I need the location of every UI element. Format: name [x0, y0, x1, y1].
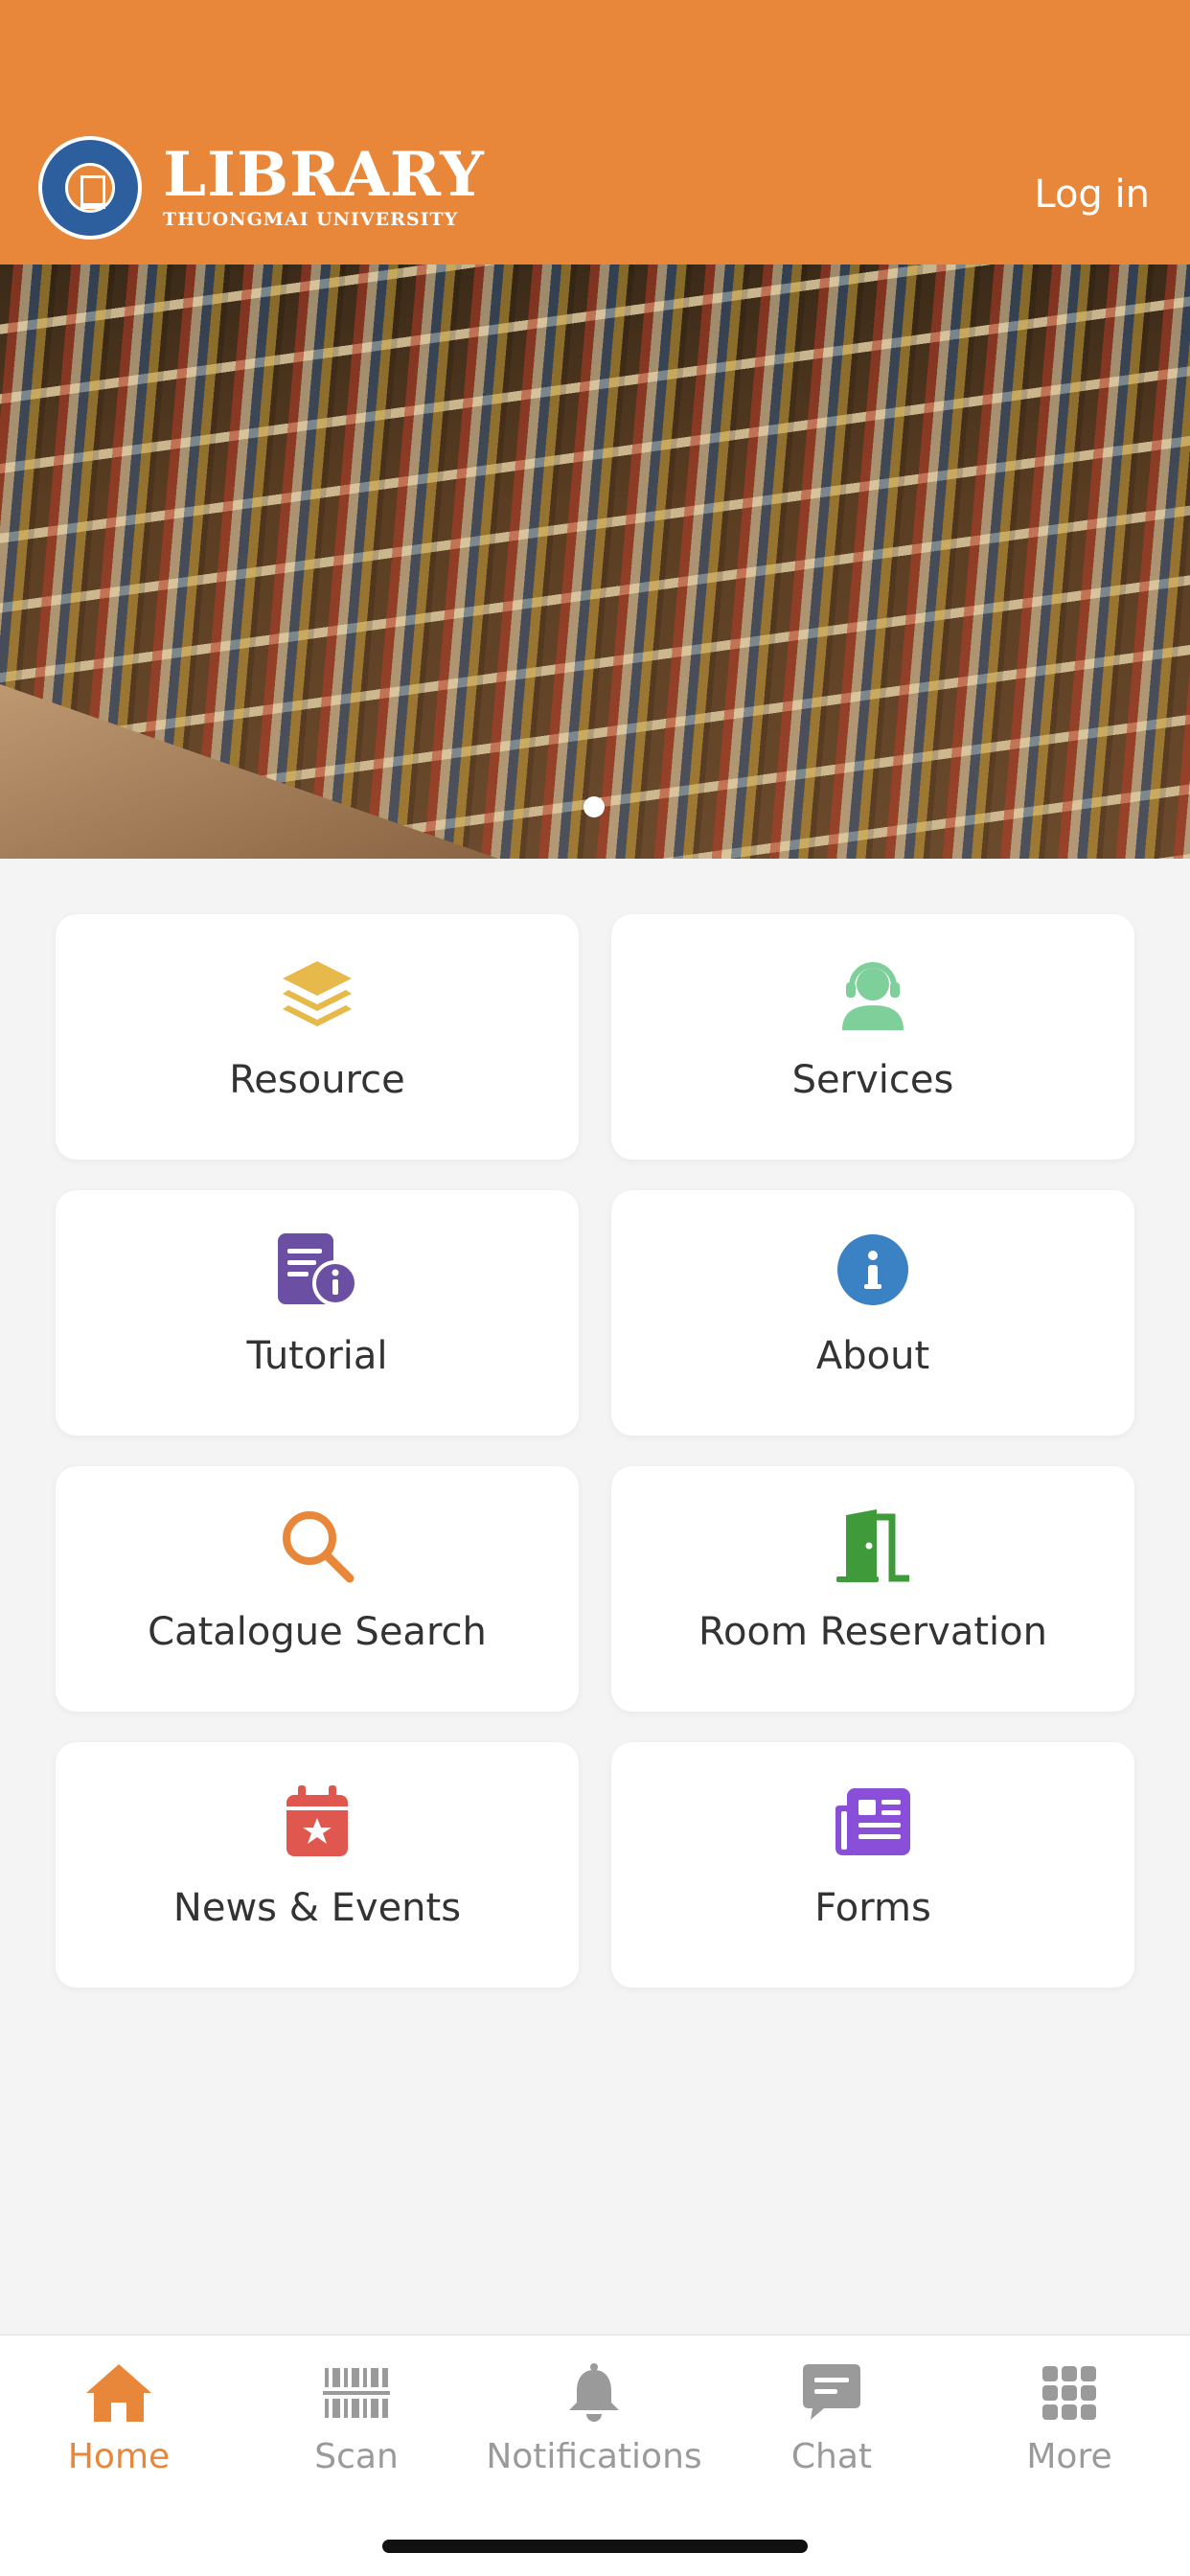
document-info-icon	[274, 1227, 360, 1313]
search-icon	[274, 1503, 360, 1589]
newspaper-icon	[830, 1779, 916, 1865]
tile-catalogue-search[interactable]: Catalogue Search	[56, 1466, 579, 1712]
tile-resource[interactable]: Resource	[56, 914, 579, 1160]
tab-label: Notifications	[486, 2437, 702, 2476]
home-indicator[interactable]	[382, 2540, 808, 2553]
tile-label: Catalogue Search	[148, 1610, 487, 1654]
tab-label: Chat	[790, 2437, 873, 2476]
grid-icon	[950, 2355, 1188, 2431]
logo-title: LIBRARY	[163, 139, 485, 211]
door-icon	[830, 1503, 916, 1589]
university-seal-icon	[38, 136, 142, 240]
tile-label: Resource	[229, 1058, 405, 1102]
tab-more[interactable]: More	[950, 2355, 1188, 2476]
carousel-dot[interactable]	[584, 796, 605, 817]
calendar-star-icon	[274, 1779, 360, 1865]
bell-icon	[475, 2355, 713, 2431]
tile-news-events[interactable]: News & Events	[56, 1742, 579, 1988]
tile-about[interactable]: About	[611, 1190, 1134, 1436]
tile-label: Services	[791, 1058, 954, 1102]
tab-chat[interactable]: Chat	[713, 2355, 950, 2476]
tab-label: Home	[67, 2437, 171, 2476]
tile-label: Tutorial	[246, 1334, 388, 1378]
tab-label: Scan	[314, 2437, 399, 2476]
home-icon	[0, 2355, 238, 2431]
menu-grid: Resource Services Tutorial About Catalog…	[56, 914, 1134, 1988]
tile-room-reservation[interactable]: Room Reservation	[611, 1466, 1134, 1712]
tile-services[interactable]: Services	[611, 914, 1134, 1160]
tile-tutorial[interactable]: Tutorial	[56, 1190, 579, 1436]
tab-notifications[interactable]: Notifications	[475, 2355, 713, 2476]
info-icon	[830, 1227, 916, 1313]
tile-label: News & Events	[172, 1886, 462, 1930]
login-button[interactable]: Log in	[1034, 172, 1150, 217]
tab-label: More	[1026, 2437, 1112, 2476]
support-agent-icon	[830, 951, 916, 1037]
chat-icon	[713, 2355, 950, 2431]
logo-subtitle: THUONGMAI UNIVERSITY	[163, 209, 459, 230]
tile-label: Room Reservation	[698, 1610, 1047, 1654]
tile-forms[interactable]: Forms	[611, 1742, 1134, 1988]
barcode-icon	[238, 2355, 475, 2431]
tile-label: Forms	[814, 1886, 931, 1930]
banner-carousel[interactable]	[0, 264, 1190, 859]
app-header: LIBRARY THUONGMAI UNIVERSITY Log in	[0, 0, 1190, 264]
tab-home[interactable]: Home	[0, 2355, 238, 2476]
tile-label: About	[815, 1334, 930, 1378]
layers-icon	[274, 951, 360, 1037]
library-logo[interactable]: LIBRARY THUONGMAI UNIVERSITY	[38, 136, 485, 240]
tab-scan[interactable]: Scan	[238, 2355, 475, 2476]
